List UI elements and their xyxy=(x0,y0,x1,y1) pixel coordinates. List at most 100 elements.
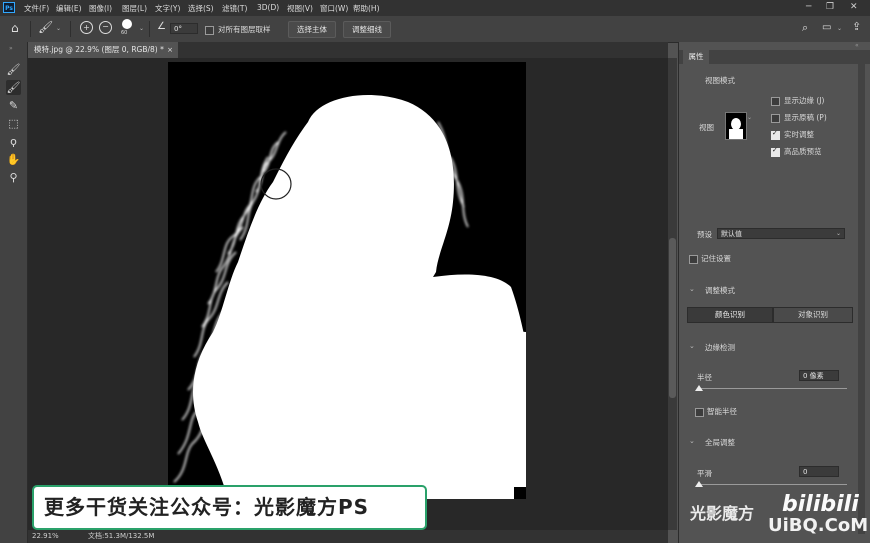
minimize-icon[interactable]: ─ xyxy=(806,2,811,12)
edge-detection-title: 边缘检测 xyxy=(705,343,735,352)
quick-selection-tool-icon[interactable]: 🖌 xyxy=(6,62,21,77)
preset-value: 默认值 xyxy=(721,230,742,238)
menu-edit[interactable]: 编辑(E) xyxy=(56,3,82,14)
menu-image[interactable]: 图像(I) xyxy=(89,3,112,14)
view-mode-title: 视图模式 xyxy=(705,76,735,85)
menu-layer[interactable]: 图层(L) xyxy=(122,3,147,14)
smart-radius-label: 智能半径 xyxy=(707,407,737,416)
add-to-selection-icon[interactable]: + xyxy=(80,21,93,34)
preset-chevron-icon: ⌄ xyxy=(835,230,841,237)
object-selection-tool-icon[interactable]: ⬚ xyxy=(6,116,21,131)
watermark-site: UiBQ.CoM xyxy=(768,515,869,536)
share-icon[interactable]: ⇪ xyxy=(852,20,861,33)
angle-icon: ∠ xyxy=(157,21,166,32)
radius-field[interactable]: 0 像素 xyxy=(799,370,839,381)
canvas-area[interactable] xyxy=(28,58,668,530)
edge-detection-chevron-icon[interactable]: ⌄ xyxy=(689,342,695,350)
workspace-chevron-icon[interactable]: ⌄ xyxy=(837,25,842,32)
show-original-label: 显示原稿 (P) xyxy=(784,113,827,122)
menu-file[interactable]: 文件(F) xyxy=(24,3,49,14)
document-size: 文档:51.3M/132.5M xyxy=(88,532,155,540)
panel-collapse-icon[interactable]: « xyxy=(855,42,859,49)
menu-help[interactable]: 帮助(H) xyxy=(353,3,380,14)
object-aware-button[interactable]: 对象识别 xyxy=(773,307,853,323)
menu-type[interactable]: 文字(Y) xyxy=(155,3,180,14)
angle-field[interactable]: 0° xyxy=(170,23,198,34)
properties-panel: « 属性 视图模式 视图 ⌄ 显示边缘 (J) 显示原稿 (P) 实时调整 高品… xyxy=(678,42,870,543)
close-icon[interactable]: ✕ xyxy=(850,2,858,12)
photoshop-logo: Ps xyxy=(3,2,15,13)
show-original-checkbox[interactable] xyxy=(771,114,780,123)
lasso-tool-icon[interactable]: ϙ xyxy=(6,134,21,149)
panel-header: 属性 xyxy=(679,50,870,64)
realtime-label: 实时调整 xyxy=(784,130,814,139)
zoom-tool-icon[interactable]: ⚲ xyxy=(6,170,21,185)
smooth-field[interactable]: 0 xyxy=(799,466,839,477)
remember-settings-label: 记住设置 xyxy=(701,254,731,263)
smooth-slider-knob[interactable] xyxy=(695,481,703,487)
workspace-icon[interactable]: ▭ xyxy=(822,22,831,33)
view-dropdown-chevron-icon[interactable]: ⌄ xyxy=(747,114,752,121)
radius-label: 半径 xyxy=(697,373,712,382)
menu-view[interactable]: 视图(V) xyxy=(287,3,313,14)
menu-window[interactable]: 窗口(W) xyxy=(320,3,348,14)
show-edge-label: 显示边缘 (J) xyxy=(784,96,825,105)
zoom-level[interactable]: 22.91% xyxy=(32,530,59,543)
menu-select[interactable]: 选择(S) xyxy=(188,3,214,14)
document-tab-title: 模特.jpg @ 22.9% (图层 0, RGB/8) * xyxy=(34,45,164,54)
brush-preview-icon[interactable] xyxy=(122,19,132,29)
menu-filter[interactable]: 滤镜(T) xyxy=(222,3,247,14)
select-subject-button[interactable]: 选择主体 xyxy=(288,21,336,38)
brush-tool-icon[interactable]: ✎ xyxy=(6,98,21,113)
hq-preview-label: 高品质预览 xyxy=(784,147,822,156)
panel-scrollbar[interactable] xyxy=(858,64,865,534)
refine-hair-button[interactable]: 调整细线 xyxy=(343,21,391,38)
brush-chevron-icon[interactable]: ⌄ xyxy=(139,25,144,32)
menu-3d[interactable]: 3D(D) xyxy=(257,3,279,12)
tool-preset-chevron-icon[interactable]: ⌄ xyxy=(56,25,61,32)
radius-slider-track[interactable] xyxy=(697,388,847,389)
search-icon[interactable]: ⌕ xyxy=(802,21,808,35)
watermark-channel: 光影魔方 xyxy=(690,504,755,523)
preset-label: 预设 xyxy=(697,230,712,239)
preset-dropdown[interactable]: 默认值 ⌄ xyxy=(717,228,845,239)
options-bar: ⌂ 🖌 ⌄ + − 60 ⌄ ∠ 0° 对所有图层取样 选择主体 调整细线 ⌕ … xyxy=(0,16,870,43)
home-icon[interactable]: ⌂ xyxy=(11,21,19,35)
refine-edge-brush-tool-icon[interactable]: 🖌 xyxy=(6,80,21,95)
toolbar-collapse-icon[interactable]: » xyxy=(9,45,13,52)
adjust-mode-title: 调整模式 xyxy=(705,286,735,295)
brush-size-value: 60 xyxy=(121,30,128,36)
menu-bar: Ps 文件(F) 编辑(E) 图像(I) 图层(L) 文字(Y) 选择(S) 滤… xyxy=(0,0,870,16)
show-edge-checkbox[interactable] xyxy=(771,97,780,106)
subtract-from-selection-icon[interactable]: − xyxy=(99,21,112,34)
hand-tool-icon[interactable]: ✋ xyxy=(6,152,21,167)
tab-properties[interactable]: 属性 xyxy=(683,50,709,64)
view-thumbnail[interactable] xyxy=(725,112,747,140)
sample-all-layers-label: 对所有图层取样 xyxy=(218,25,271,34)
hq-preview-checkbox[interactable] xyxy=(771,146,780,157)
canvas-vertical-scrollbar[interactable] xyxy=(668,58,677,530)
toolbar: » 🖌 🖌 ✎ ⬚ ϙ ✋ ⚲ xyxy=(0,42,28,543)
color-aware-button[interactable]: 颜色识别 xyxy=(687,307,773,323)
canvas-scroll-thumb[interactable] xyxy=(669,238,676,398)
radius-slider-knob[interactable] xyxy=(695,385,703,391)
smooth-label: 平滑 xyxy=(697,469,712,478)
document-tab-bar: 模特.jpg @ 22.9% (图层 0, RGB/8) * × xyxy=(28,42,668,58)
view-label: 视图 xyxy=(699,123,714,132)
promo-banner: 更多干货关注公众号：光影魔方PS xyxy=(32,485,427,530)
sample-all-layers-checkbox[interactable] xyxy=(205,26,214,35)
realtime-checkbox[interactable] xyxy=(771,129,780,140)
tab-close-icon[interactable]: × xyxy=(167,42,173,58)
global-adjust-chevron-icon[interactable]: ⌄ xyxy=(689,437,695,445)
document-canvas[interactable] xyxy=(168,62,526,499)
smooth-slider-track[interactable] xyxy=(697,484,847,485)
remember-settings-checkbox[interactable] xyxy=(689,255,698,264)
refine-brush-icon[interactable]: 🖌 xyxy=(38,20,53,34)
document-tab[interactable]: 模特.jpg @ 22.9% (图层 0, RGB/8) * × xyxy=(28,42,178,58)
global-adjust-title: 全局调整 xyxy=(705,438,735,447)
restore-icon[interactable]: ❐ xyxy=(826,2,834,12)
status-bar: 22.91% 文档:51.3M/132.5M xyxy=(28,530,668,543)
smart-radius-checkbox[interactable] xyxy=(695,408,704,417)
adjust-mode-chevron-icon[interactable]: ⌄ xyxy=(689,285,695,293)
watermark-bilibili: bilibili xyxy=(782,492,859,517)
